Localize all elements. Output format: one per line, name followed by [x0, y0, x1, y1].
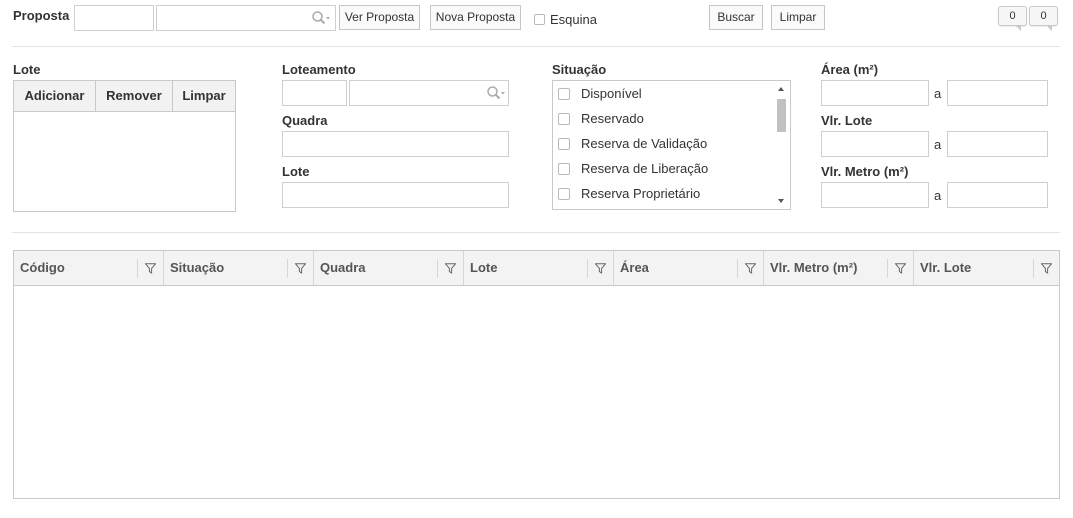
column-vlr-lote[interactable]: Vlr. Lote	[914, 251, 1059, 285]
column-codigo[interactable]: Código	[14, 251, 164, 285]
lote-panel-title: Lote	[13, 62, 41, 77]
column-situacao[interactable]: Situação	[164, 251, 314, 285]
scroll-up-icon[interactable]	[778, 87, 784, 91]
lote-input[interactable]	[282, 182, 509, 208]
situacao-option-reservado[interactable]: Reservado	[558, 111, 644, 126]
vlr-lote-to-input[interactable]	[947, 131, 1048, 157]
filter-icon[interactable]	[737, 259, 763, 278]
checkbox-icon[interactable]	[558, 137, 570, 150]
vlr-metro-from-input[interactable]	[821, 182, 929, 208]
situacao-listbox[interactable]: Disponível Reservado Reserva de Validaçã…	[552, 80, 791, 210]
column-area[interactable]: Área	[614, 251, 764, 285]
column-lote[interactable]: Lote	[464, 251, 614, 285]
area-label: Área (m²)	[821, 62, 879, 77]
situacao-option-disponivel[interactable]: Disponível	[558, 86, 642, 101]
loteamento-label: Loteamento	[282, 62, 356, 77]
lote-list-panel: Adicionar Remover Limpar	[13, 80, 236, 212]
situacao-option-reserva-liberacao[interactable]: Reserva de Liberação	[558, 161, 708, 176]
lote-toolbar: Adicionar Remover Limpar	[14, 81, 235, 112]
grid-header: Código Situação Quadra Lote Área Vlr. Me…	[14, 251, 1059, 286]
vlr-metro-to-input[interactable]	[947, 182, 1048, 208]
quadra-input[interactable]	[282, 131, 509, 157]
badge-right-count: 0	[1040, 10, 1047, 22]
lote-list-area[interactable]	[14, 112, 235, 211]
vlr-lote-label: Vlr. Lote	[821, 113, 873, 128]
results-grid: Código Situação Quadra Lote Área Vlr. Me…	[13, 250, 1060, 499]
lote-limpar-button[interactable]: Limpar	[173, 81, 235, 111]
lote-label: Lote	[282, 164, 310, 179]
area-range-separator: a	[934, 86, 942, 101]
middle-divider	[12, 232, 1060, 233]
proposta-label: Proposta	[13, 8, 70, 23]
esquina-checkbox[interactable]	[534, 12, 545, 26]
notification-badge-left[interactable]: 0	[998, 6, 1027, 31]
vlr-metro-label: Vlr. Metro (m²)	[821, 164, 909, 179]
checkbox-icon[interactable]	[558, 87, 570, 100]
vlr-lote-range-separator: a	[934, 137, 942, 152]
column-quadra[interactable]: Quadra	[314, 251, 464, 285]
proposta-code-input[interactable]	[74, 5, 154, 31]
filter-icon[interactable]	[137, 259, 163, 278]
ver-proposta-button[interactable]: Ver Proposta	[339, 5, 420, 30]
column-vlr-metro[interactable]: Vlr. Metro (m²)	[764, 251, 914, 285]
vlr-metro-range-separator: a	[934, 188, 942, 203]
top-divider	[12, 46, 1060, 47]
adicionar-button[interactable]: Adicionar	[14, 81, 96, 111]
filter-icon[interactable]	[587, 259, 613, 278]
area-to-input[interactable]	[947, 80, 1048, 106]
area-from-input[interactable]	[821, 80, 929, 106]
remover-button[interactable]: Remover	[96, 81, 173, 111]
filter-icon[interactable]	[287, 259, 313, 278]
filter-icon[interactable]	[1033, 259, 1059, 278]
checkbox-icon[interactable]	[558, 187, 570, 200]
situacao-label: Situação	[552, 62, 607, 77]
vlr-lote-from-input[interactable]	[821, 131, 929, 157]
checkbox-icon[interactable]	[558, 162, 570, 175]
proposta-search-icon[interactable]	[309, 6, 333, 30]
notification-badge-right[interactable]: 0	[1029, 6, 1058, 31]
quadra-label: Quadra	[282, 113, 328, 128]
loteamento-search-icon[interactable]	[484, 81, 508, 105]
scroll-down-icon[interactable]	[778, 199, 784, 203]
grid-body[interactable]	[14, 286, 1059, 498]
filter-icon[interactable]	[437, 259, 463, 278]
buscar-button[interactable]: Buscar	[709, 5, 763, 30]
nova-proposta-button[interactable]: Nova Proposta	[430, 5, 521, 30]
loteamento-code-input[interactable]	[282, 80, 347, 106]
badge-left-count: 0	[1009, 10, 1016, 22]
filter-icon[interactable]	[887, 259, 913, 278]
situacao-option-reserva-proprietario[interactable]: Reserva Proprietário	[558, 186, 700, 201]
scroll-thumb[interactable]	[777, 99, 786, 132]
esquina-label: Esquina	[550, 12, 597, 27]
limpar-button[interactable]: Limpar	[771, 5, 825, 30]
situacao-scrollbar[interactable]	[773, 81, 790, 209]
checkbox-icon[interactable]	[558, 112, 570, 125]
situacao-option-reserva-validacao[interactable]: Reserva de Validação	[558, 136, 707, 151]
